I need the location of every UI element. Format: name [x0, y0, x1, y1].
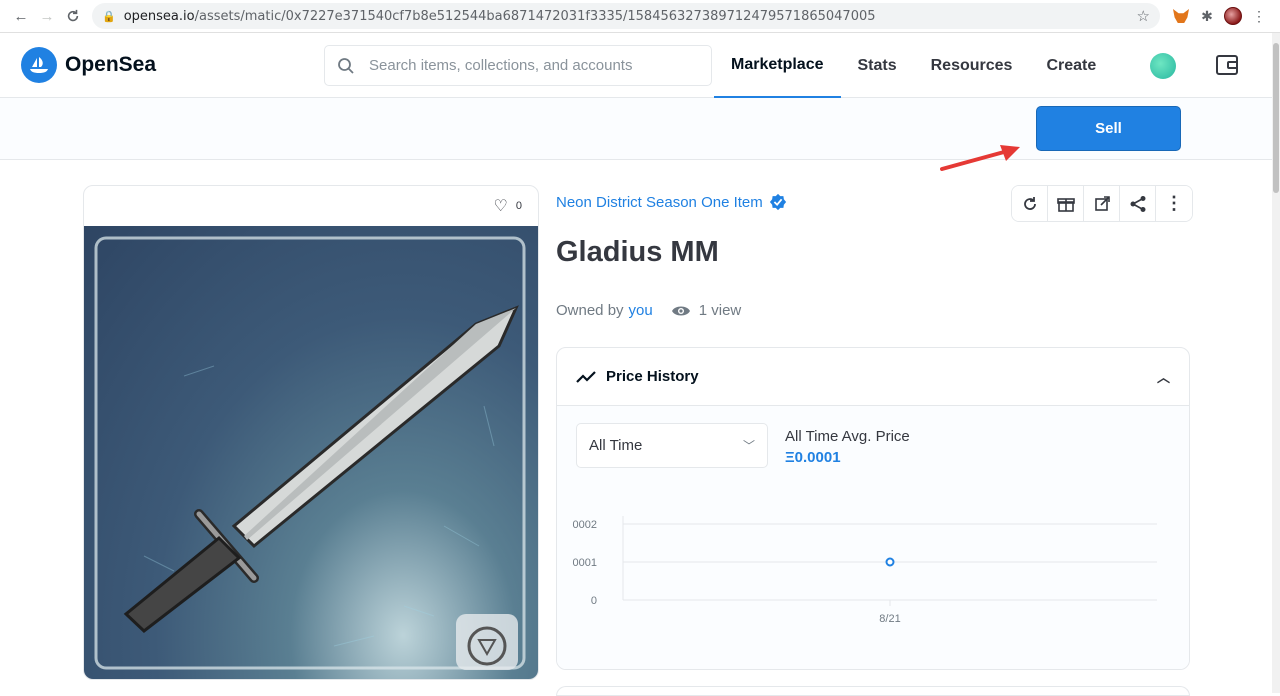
avg-price-value: Ξ0.0001	[785, 449, 841, 466]
menu-marketplace[interactable]: Marketplace	[714, 33, 841, 98]
search-icon	[338, 57, 354, 74]
owner-action-bar: Sell	[0, 98, 1280, 160]
favorite-count: 0	[515, 200, 522, 212]
menu-resources[interactable]: Resources	[914, 33, 1030, 98]
reload-icon[interactable]	[60, 3, 86, 29]
share-icon[interactable]	[1120, 186, 1156, 221]
price-history-chart: 0002 0001 0 8/21	[573, 516, 1157, 625]
account-avatar[interactable]	[1150, 53, 1176, 79]
open-external-icon[interactable]	[1084, 186, 1120, 221]
price-history-body: All Time ﹀ All Time Avg. Price Ξ0.0001 0…	[557, 406, 1189, 669]
collection-name: Neon District Season One Item	[556, 193, 763, 211]
price-history-title: Price History	[606, 368, 699, 385]
owned-by-label: Owned by	[556, 302, 624, 319]
browser-menu-icon[interactable]: ⋮	[1246, 3, 1272, 29]
view-count: 1 view	[671, 302, 742, 319]
avg-price-label: All Time Avg. Price	[785, 428, 910, 445]
url-host: opensea.io	[123, 8, 195, 24]
search-input[interactable]	[369, 57, 689, 74]
x-tick-label: 8/21	[879, 613, 900, 625]
refresh-icon[interactable]	[1012, 186, 1048, 221]
menu-create[interactable]: Create	[1029, 33, 1113, 98]
extensions-puzzle-icon[interactable]: ✱	[1194, 3, 1220, 29]
view-count-text: 1 view	[698, 302, 742, 319]
chevron-down-icon: ﹀	[742, 439, 755, 453]
asset-image-card: ♡ 0	[83, 185, 539, 680]
profile-avatar-icon[interactable]	[1220, 3, 1246, 29]
data-point	[885, 557, 895, 567]
main-menu: Marketplace Stats Resources Create	[714, 33, 1113, 98]
next-panel-edge	[556, 686, 1190, 696]
asset-artwork[interactable]	[84, 226, 538, 679]
lock-icon: 🔒	[102, 9, 116, 23]
chevron-up-icon[interactable]: ︿	[1157, 367, 1170, 386]
search-box[interactable]	[324, 45, 712, 86]
opensea-logo[interactable]: OpenSea	[21, 47, 156, 83]
annotation-arrow	[940, 145, 1020, 171]
heart-icon[interactable]: ♡	[494, 196, 508, 216]
back-icon[interactable]: ←	[8, 3, 34, 29]
address-bar[interactable]: 🔒 opensea.io/assets/matic/0x7227e371540c…	[92, 3, 1160, 29]
asset-action-buttons: ⋮	[1011, 185, 1193, 222]
menu-stats[interactable]: Stats	[841, 33, 914, 98]
wallet-icon[interactable]	[1215, 54, 1239, 76]
avg-price-block: All Time Avg. Price Ξ0.0001	[785, 428, 910, 466]
forward-icon[interactable]: →	[34, 3, 60, 29]
y-tick-label: 0	[591, 595, 597, 607]
bookmark-star-icon[interactable]: ☆	[1137, 7, 1150, 25]
y-tick-label: 0001	[573, 557, 597, 569]
browser-toolbar: ← → 🔒 opensea.io/assets/matic/0x7227e371…	[0, 0, 1280, 33]
verified-badge-icon	[769, 193, 786, 211]
page-scrollbar[interactable]	[1272, 33, 1280, 693]
url-path: /assets/matic/0x7227e371540cf7b8e512544b…	[194, 8, 876, 24]
opensea-logo-icon	[21, 47, 57, 83]
scrollbar-thumb[interactable]	[1273, 43, 1279, 193]
trending-icon	[576, 370, 596, 383]
metamask-extension-icon[interactable]	[1168, 3, 1194, 29]
asset-title: Gladius MM	[556, 236, 719, 268]
time-range-value: All Time	[589, 437, 643, 454]
site-header: OpenSea Marketplace Stats Resources Crea…	[0, 33, 1280, 98]
favorite-row: ♡ 0	[84, 186, 538, 226]
sell-button[interactable]: Sell	[1036, 106, 1181, 151]
owner-link[interactable]: you	[629, 302, 653, 319]
y-tick-label: 0002	[573, 519, 597, 531]
more-options-icon[interactable]: ⋮	[1156, 186, 1192, 221]
time-range-select[interactable]: All Time ﹀	[576, 423, 768, 468]
gift-transfer-icon[interactable]	[1048, 186, 1084, 221]
brand-name: OpenSea	[65, 53, 157, 76]
eye-icon	[671, 306, 690, 315]
owner-row: Owned by you 1 view	[556, 302, 741, 319]
collection-link[interactable]: Neon District Season One Item	[556, 193, 787, 211]
price-history-header[interactable]: Price History ︿	[557, 348, 1189, 406]
price-history-panel: Price History ︿ All Time ﹀ All Time Avg.…	[556, 347, 1190, 670]
